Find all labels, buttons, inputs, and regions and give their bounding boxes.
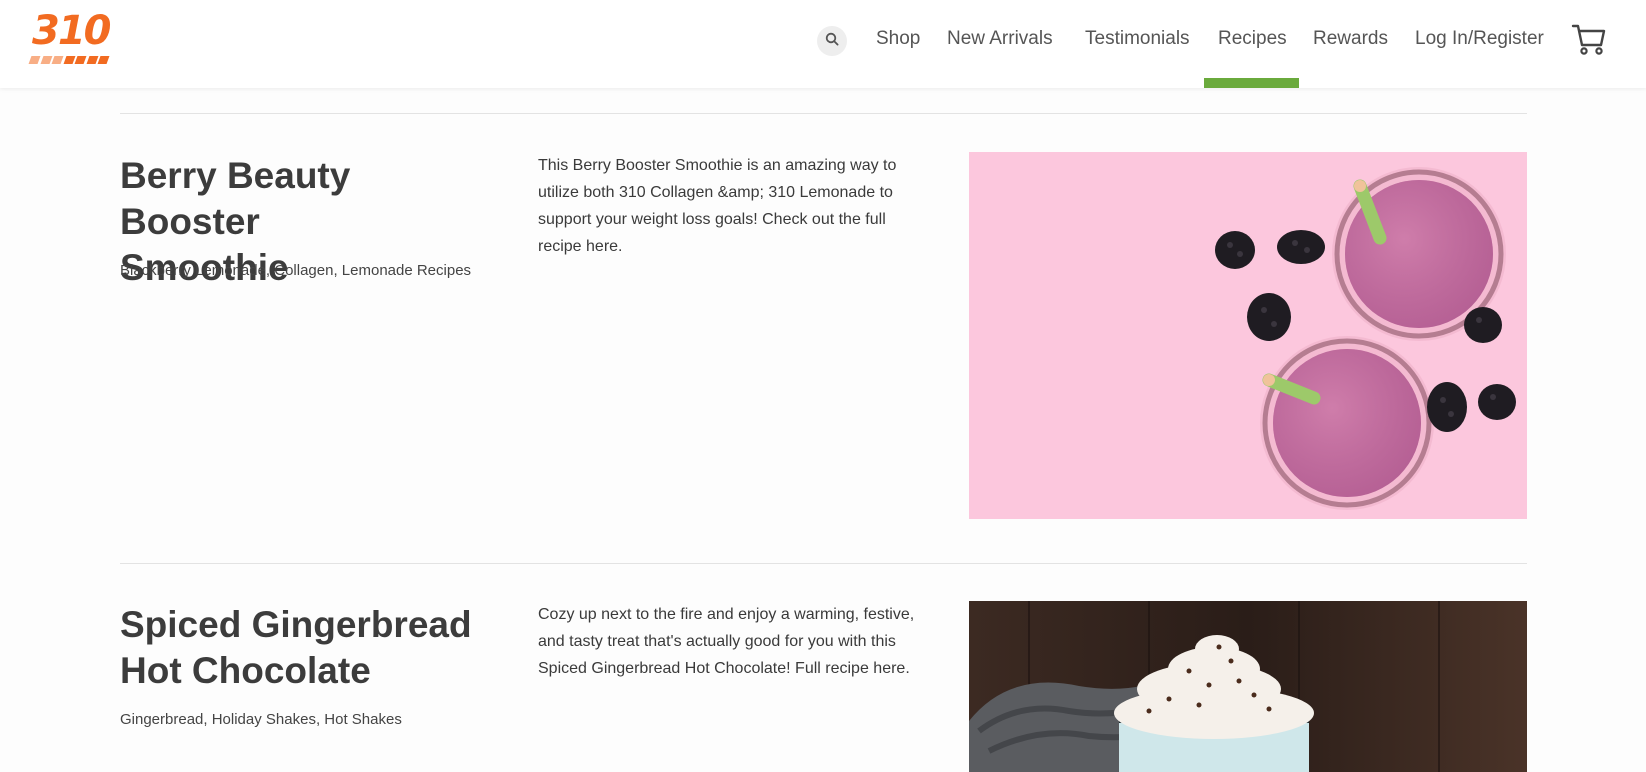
section-divider [120, 563, 1527, 564]
recipe-description: Cozy up next to the fire and enjoy a war… [538, 606, 915, 677]
recipe-title[interactable]: Spiced Gingerbread Hot Chocolate [120, 602, 500, 694]
site-header: 310 Shop New Arrivals Testimonials Recip… [0, 0, 1646, 88]
recipe-tags[interactable]: Blackberry Lemonade, Collagen, Lemonade … [120, 262, 471, 279]
recipe-description: This Berry Booster Smoothie is an amazin… [538, 157, 897, 255]
nav-active-indicator [1204, 78, 1299, 88]
recipe-tags[interactable]: Gingerbread, Holiday Shakes, Hot Shakes [120, 711, 402, 728]
recipe-image-berry-smoothie[interactable] [969, 152, 1527, 519]
nav-recipes[interactable]: Recipes [1218, 28, 1287, 50]
logo-text: 310 [32, 8, 111, 54]
section-divider [120, 113, 1527, 114]
search-icon [825, 32, 839, 51]
nav-shop[interactable]: Shop [876, 28, 920, 50]
logo-stripes [28, 56, 110, 64]
search-button[interactable] [817, 26, 847, 56]
cart-button[interactable] [1571, 22, 1607, 56]
nav-login-register[interactable]: Log In/Register [1415, 28, 1544, 50]
nav-testimonials[interactable]: Testimonials [1085, 28, 1190, 50]
nav-new-arrivals[interactable]: New Arrivals [947, 28, 1053, 50]
brand-logo[interactable]: 310 [28, 8, 114, 66]
nav-rewards[interactable]: Rewards [1313, 28, 1388, 50]
recipe-image-hot-chocolate[interactable] [969, 601, 1527, 772]
cart-icon [1571, 24, 1607, 60]
